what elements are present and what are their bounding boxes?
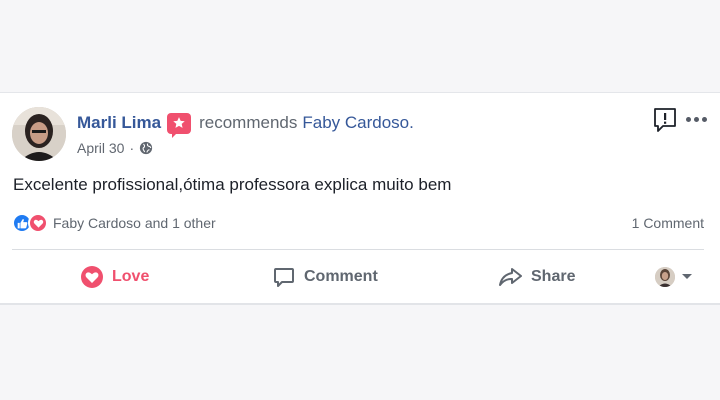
recommends-text: recommends <box>199 113 298 132</box>
share-icon <box>499 268 522 286</box>
love-icon <box>81 266 103 288</box>
more-options-icon[interactable] <box>686 117 707 122</box>
meta-separator: · <box>129 140 135 156</box>
recommended-page-link[interactable]: Faby Cardoso. <box>302 113 414 133</box>
post-header: Marli Lima recommends Faby Cardoso. <box>77 112 414 138</box>
love-button[interactable]: Love <box>80 263 149 291</box>
love-label: Love <box>112 268 150 285</box>
caret-down-icon <box>682 274 692 279</box>
viewer-avatar <box>655 267 675 287</box>
reactions-summary[interactable]: Faby Cardoso and 1 other <box>12 213 216 233</box>
reactions-text[interactable]: Faby Cardoso and 1 other <box>53 215 216 231</box>
report-icon[interactable] <box>652 107 678 133</box>
love-reaction-icon <box>28 213 48 233</box>
audience-selector[interactable] <box>655 263 694 291</box>
author-avatar[interactable] <box>12 107 66 161</box>
share-label: Share <box>531 268 576 285</box>
comment-label: Comment <box>304 268 378 285</box>
author-name[interactable]: Marli Lima <box>77 113 161 133</box>
actions-divider <box>12 249 704 250</box>
globe-icon[interactable] <box>139 141 153 155</box>
post-meta: April 30 · <box>77 139 153 157</box>
comment-icon <box>274 268 294 287</box>
comment-count[interactable]: 1 Comment <box>632 215 704 231</box>
post-body: Excelente profissional,ótima professora … <box>13 175 452 194</box>
post-date[interactable]: April 30 <box>77 140 124 156</box>
share-button[interactable]: Share <box>497 263 575 291</box>
post-card: Marli Lima recommends Faby Cardoso. Apri… <box>0 92 720 303</box>
comment-button[interactable]: Comment <box>272 263 378 291</box>
recommendation-star-icon <box>167 112 192 138</box>
